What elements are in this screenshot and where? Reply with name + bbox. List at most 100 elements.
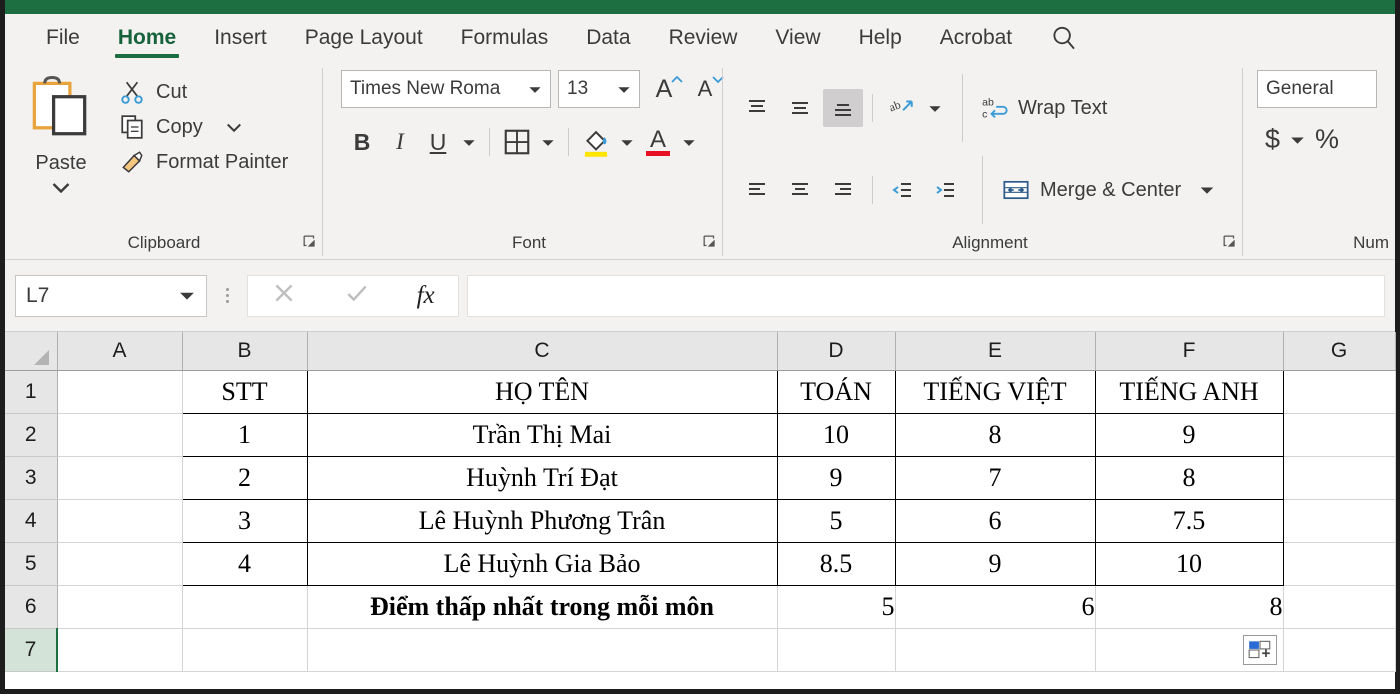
- cell-c6[interactable]: Điểm thấp nhất trong mỗi môn: [307, 585, 778, 629]
- cell-g1[interactable]: [1283, 370, 1396, 414]
- merge-center-button[interactable]: Merge & Center: [1000, 176, 1215, 204]
- column-header-g[interactable]: G: [1283, 332, 1396, 371]
- tab-help[interactable]: Help: [840, 14, 921, 62]
- cell-f5[interactable]: 10: [1094, 541, 1284, 586]
- tab-review[interactable]: Review: [650, 14, 757, 62]
- increase-indent-button[interactable]: [925, 171, 965, 209]
- cell-b4[interactable]: 3: [181, 498, 308, 543]
- align-right-button[interactable]: [823, 171, 863, 209]
- font-dialog-launcher[interactable]: [703, 234, 717, 248]
- insert-function-icon[interactable]: fx: [417, 282, 435, 310]
- number-format-select[interactable]: General: [1257, 70, 1377, 108]
- cell-g4[interactable]: [1283, 499, 1396, 543]
- column-header-b[interactable]: B: [182, 332, 308, 371]
- chevron-down-icon[interactable]: [1199, 185, 1215, 195]
- column-header-d[interactable]: D: [777, 332, 896, 371]
- column-header-f[interactable]: F: [1095, 332, 1284, 371]
- cell-c3[interactable]: Huỳnh Trí Đạt: [306, 455, 778, 500]
- align-left-button[interactable]: [737, 171, 777, 209]
- cell-a7[interactable]: [57, 628, 183, 672]
- format-painter-button[interactable]: Format Painter: [117, 148, 288, 176]
- copy-dropdown-icon[interactable]: [226, 122, 242, 132]
- cell-d2[interactable]: 10: [776, 412, 896, 457]
- cell-e6[interactable]: 6: [895, 585, 1096, 629]
- tab-formulas[interactable]: Formulas: [442, 14, 568, 62]
- cell-f2[interactable]: 9: [1094, 412, 1284, 457]
- decrease-indent-button[interactable]: [882, 171, 922, 209]
- cell-d3[interactable]: 9: [776, 455, 896, 500]
- cell-d5[interactable]: 8.5: [776, 541, 896, 586]
- cell-g7[interactable]: [1283, 628, 1396, 672]
- cell-e5[interactable]: 9: [894, 541, 1096, 586]
- column-header-a[interactable]: A: [57, 332, 183, 371]
- cell-b1[interactable]: STT: [181, 369, 308, 414]
- underline-dropdown[interactable]: [459, 124, 479, 160]
- cell-d1[interactable]: TOÁN: [776, 369, 896, 414]
- search-icon[interactable]: [1049, 23, 1079, 53]
- tab-acrobat[interactable]: Acrobat: [921, 14, 1031, 62]
- cell-g6[interactable]: [1283, 585, 1396, 629]
- cell-g5[interactable]: [1283, 542, 1396, 586]
- borders-dropdown[interactable]: [538, 124, 558, 160]
- orientation-button[interactable]: ab: [882, 89, 922, 127]
- row-header-7[interactable]: 7: [5, 628, 58, 672]
- name-box[interactable]: L7: [15, 274, 207, 317]
- row-header-3[interactable]: 3: [5, 456, 58, 500]
- row-header-4[interactable]: 4: [5, 499, 58, 543]
- confirm-icon[interactable]: [344, 280, 370, 311]
- cell-c5[interactable]: Lê Huỳnh Gia Bảo: [306, 541, 778, 586]
- cell-a3[interactable]: [57, 456, 183, 500]
- font-color-dropdown[interactable]: [679, 124, 699, 160]
- cell-a2[interactable]: [57, 413, 183, 457]
- underline-button[interactable]: U: [421, 124, 455, 160]
- tab-home[interactable]: Home: [99, 14, 195, 62]
- select-all-corner[interactable]: [5, 332, 58, 371]
- formula-bar-menu[interactable]: [215, 288, 239, 303]
- tab-data[interactable]: Data: [567, 14, 649, 62]
- cell-a5[interactable]: [57, 542, 183, 586]
- cell-g2[interactable]: [1283, 413, 1396, 457]
- cell-a1[interactable]: [57, 370, 183, 414]
- cell-e4[interactable]: 6: [894, 498, 1096, 543]
- paste-button[interactable]: Paste: [5, 70, 117, 193]
- column-header-c[interactable]: C: [307, 332, 778, 371]
- align-top-button[interactable]: [737, 89, 777, 127]
- cell-f4[interactable]: 7.5: [1094, 498, 1284, 543]
- accounting-format-button[interactable]: $: [1265, 124, 1280, 155]
- font-color-button[interactable]: A: [641, 124, 675, 160]
- cancel-icon[interactable]: [271, 280, 297, 311]
- italic-button[interactable]: I: [383, 124, 417, 160]
- quick-analysis-icon[interactable]: [1242, 634, 1277, 665]
- font-name-input[interactable]: Times New Roma: [341, 70, 551, 108]
- tab-view[interactable]: View: [756, 14, 839, 62]
- tab-file[interactable]: File: [27, 14, 99, 62]
- cell-f3[interactable]: 8: [1094, 455, 1284, 500]
- cell-a4[interactable]: [57, 499, 183, 543]
- tab-insert[interactable]: Insert: [195, 14, 286, 62]
- cell-e2[interactable]: 8: [894, 412, 1096, 457]
- cell-c1[interactable]: HỌ TÊN: [306, 369, 778, 414]
- align-center-button[interactable]: [780, 171, 820, 209]
- fill-color-button[interactable]: [579, 124, 613, 160]
- cell-f6[interactable]: 8: [1095, 585, 1284, 629]
- cell-b7[interactable]: [182, 628, 308, 672]
- cell-d6[interactable]: 5: [777, 585, 896, 629]
- cell-c2[interactable]: Trần Thị Mai: [306, 412, 778, 457]
- chevron-down-icon[interactable]: [1290, 135, 1305, 145]
- cell-b3[interactable]: 2: [181, 455, 308, 500]
- row-header-2[interactable]: 2: [5, 413, 58, 457]
- cell-g3[interactable]: [1283, 456, 1396, 500]
- align-bottom-button[interactable]: [823, 89, 863, 127]
- cell-c4[interactable]: Lê Huỳnh Phương Trân: [306, 498, 778, 543]
- cell-c7[interactable]: [307, 628, 778, 672]
- cell-b6[interactable]: [182, 585, 308, 629]
- cell-f1[interactable]: TIẾNG ANH: [1094, 369, 1284, 414]
- font-size-input[interactable]: 13: [558, 70, 640, 108]
- align-middle-button[interactable]: [780, 89, 820, 127]
- borders-button[interactable]: [500, 124, 534, 160]
- cell-e1[interactable]: TIẾNG VIỆT: [894, 369, 1096, 414]
- cell-b5[interactable]: 4: [181, 541, 308, 586]
- formula-input[interactable]: [467, 274, 1385, 317]
- cell-d4[interactable]: 5: [776, 498, 896, 543]
- copy-button[interactable]: Copy: [117, 113, 288, 141]
